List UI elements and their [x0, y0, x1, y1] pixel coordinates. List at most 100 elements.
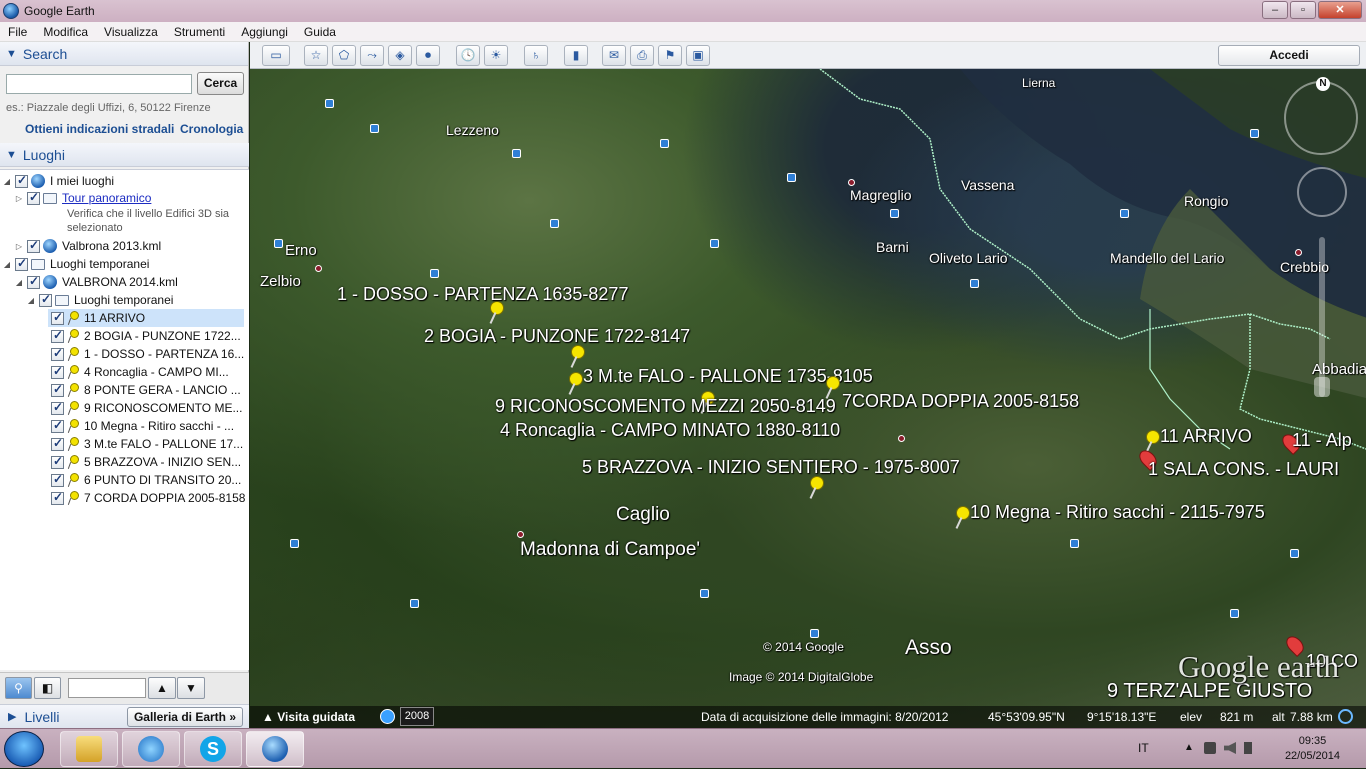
poi-icon[interactable]: [1290, 549, 1299, 558]
checkbox[interactable]: [27, 274, 40, 289]
village-marker-icon[interactable]: [848, 179, 855, 186]
layers-panel-header[interactable]: ▶ Livelli Galleria di Earth »: [0, 704, 249, 728]
close-button[interactable]: ✕: [1318, 1, 1362, 19]
placemark-label[interactable]: 2 BOGIA - PUNZONE 1722-8147: [424, 326, 690, 347]
move-down-button[interactable]: ▼: [177, 677, 205, 699]
add-polygon-button[interactable]: ⬠: [332, 45, 356, 66]
village-marker-icon[interactable]: [315, 265, 322, 272]
poi-icon[interactable]: [370, 124, 379, 133]
village-marker-icon[interactable]: [898, 435, 905, 442]
add-placemark-button[interactable]: ☆: [304, 45, 328, 66]
checkbox[interactable]: [39, 292, 52, 307]
save-image-button[interactable]: ▣: [686, 45, 710, 66]
tree-item-placemark[interactable]: 5 BRAZZOVA - INIZIO SEN...: [48, 453, 241, 471]
tree-item-placemark[interactable]: 3 M.te FALO - PALLONE 17...: [48, 435, 243, 453]
poi-icon[interactable]: [512, 149, 521, 158]
placemark-label[interactable]: 5 BRAZZOVA - INIZIO SENTIERO - 1975-8007: [582, 457, 960, 478]
tree-item-my-places[interactable]: ◢ I miei luoghi: [2, 172, 114, 190]
imagery-year[interactable]: 2008: [400, 707, 434, 726]
show-hidden-icons-icon[interactable]: ▲: [1184, 742, 1196, 754]
tree-item-placemark[interactable]: 7 CORDA DOPPIA 2005-8158: [48, 489, 245, 507]
poi-icon[interactable]: [325, 99, 334, 108]
poi-icon[interactable]: [1120, 209, 1129, 218]
battery-icon[interactable]: [1244, 742, 1252, 754]
start-button[interactable]: [4, 731, 44, 767]
placemark-pin-icon[interactable]: [807, 476, 825, 500]
placemark-label[interactable]: 10 Megna - Ritiro sacchi - 2115-7975: [970, 502, 1265, 523]
add-path-button[interactable]: ⤳: [360, 45, 384, 66]
checkbox[interactable]: [51, 310, 64, 325]
checkbox[interactable]: [51, 346, 64, 361]
earth-gallery-button[interactable]: Galleria di Earth »: [126, 707, 243, 727]
expand-icon[interactable]: ◢: [26, 296, 36, 305]
checkbox[interactable]: [27, 190, 40, 205]
checkbox[interactable]: [27, 238, 40, 253]
checkbox[interactable]: [15, 256, 28, 271]
placemark-label[interactable]: 11 - Alp: [1292, 430, 1352, 451]
language-indicator[interactable]: IT: [1138, 741, 1149, 755]
email-button[interactable]: ✉: [602, 45, 626, 66]
taskbar-clock[interactable]: 09:35 22/05/2014: [1285, 734, 1340, 764]
menu-visualizza[interactable]: Visualizza: [96, 25, 166, 39]
panel-toggle-button[interactable]: ◧: [34, 677, 61, 699]
poi-icon[interactable]: [274, 239, 283, 248]
search-button[interactable]: Cerca: [197, 72, 244, 95]
sign-in-button[interactable]: Accedi: [1218, 45, 1360, 66]
tree-item-placemark[interactable]: 11 ARRIVO: [48, 309, 244, 327]
poi-icon[interactable]: [410, 599, 419, 608]
map-view[interactable]: Lierna Lezzeno Vassena Magreglio Rongio …: [250, 69, 1366, 728]
placemark-pin-icon[interactable]: [953, 506, 971, 530]
placemark-pin-icon[interactable]: [823, 376, 841, 400]
print-button[interactable]: ⎙: [630, 45, 654, 66]
poi-icon[interactable]: [550, 219, 559, 228]
checkbox[interactable]: [51, 490, 64, 505]
move-up-button[interactable]: ▲: [148, 677, 176, 699]
north-button[interactable]: N: [1316, 77, 1330, 91]
minimize-button[interactable]: –: [1262, 1, 1288, 19]
add-image-overlay-button[interactable]: ◈: [388, 45, 412, 66]
tree-item-temporary-places-inner[interactable]: ◢ Luoghi temporanei: [26, 291, 173, 309]
network-icon[interactable]: [1204, 742, 1216, 754]
look-joystick[interactable]: [1297, 167, 1347, 217]
menu-guida[interactable]: Guida: [296, 25, 344, 39]
search-places-button[interactable]: ⚲: [5, 677, 32, 699]
tree-item-placemark[interactable]: 10 Megna - Ritiro sacchi - ...: [48, 417, 234, 435]
village-marker-icon[interactable]: [517, 531, 524, 538]
volume-icon[interactable]: [1224, 742, 1236, 754]
placemark-label[interactable]: 9 RICONOSCOMENTO MEZZI 2050-8149: [495, 396, 836, 417]
placemark-label[interactable]: 1 SALA CONS. - LAURI: [1148, 459, 1339, 480]
placemark-label[interactable]: 1 - DOSSO - PARTENZA 1635-8277: [337, 284, 628, 305]
placemark-pin-icon[interactable]: [566, 372, 584, 396]
places-filter-input[interactable]: [68, 678, 146, 698]
taskbar-explorer[interactable]: [60, 731, 118, 767]
checkbox[interactable]: [51, 418, 64, 433]
taskbar-skype[interactable]: S: [184, 731, 242, 767]
tree-item-placemark[interactable]: 2 BOGIA - PUNZONE 1722...: [48, 327, 241, 345]
checkbox[interactable]: [51, 382, 64, 397]
poi-icon[interactable]: [660, 139, 669, 148]
record-tour-button[interactable]: ⏺: [416, 45, 440, 66]
expand-icon[interactable]: ▷: [14, 194, 24, 203]
expand-icon[interactable]: ◢: [2, 177, 12, 186]
taskbar-internet-explorer[interactable]: [122, 731, 180, 767]
poi-icon[interactable]: [1230, 609, 1239, 618]
poi-icon[interactable]: [1070, 539, 1079, 548]
checkbox[interactable]: [51, 328, 64, 343]
street-view-pegman-icon[interactable]: [1314, 377, 1330, 397]
tree-item-placemark[interactable]: 8 PONTE GERA - LANCIO ...: [48, 381, 241, 399]
checkbox[interactable]: [15, 173, 28, 188]
maximize-button[interactable]: ▫: [1290, 1, 1316, 19]
zoom-slider[interactable]: [1319, 237, 1325, 397]
tour-link[interactable]: Tour panoramico: [62, 191, 151, 205]
menu-file[interactable]: File: [0, 25, 35, 39]
placemark-label[interactable]: 4 Roncaglia - CAMPO MINATO 1880-8110: [500, 420, 840, 441]
ruler-button[interactable]: ▮: [564, 45, 588, 66]
sidebar-toggle-button[interactable]: ▭: [262, 45, 290, 66]
poi-icon[interactable]: [787, 173, 796, 182]
compass-ring[interactable]: [1284, 81, 1358, 155]
historical-clock-icon[interactable]: [380, 709, 395, 724]
tree-item-valbrona-2013[interactable]: ▷ Valbrona 2013.kml: [14, 237, 161, 255]
poi-icon[interactable]: [890, 209, 899, 218]
google-maps-button[interactable]: ⚑: [658, 45, 682, 66]
guided-tour-button[interactable]: ▲ Visita guidata: [256, 708, 361, 726]
